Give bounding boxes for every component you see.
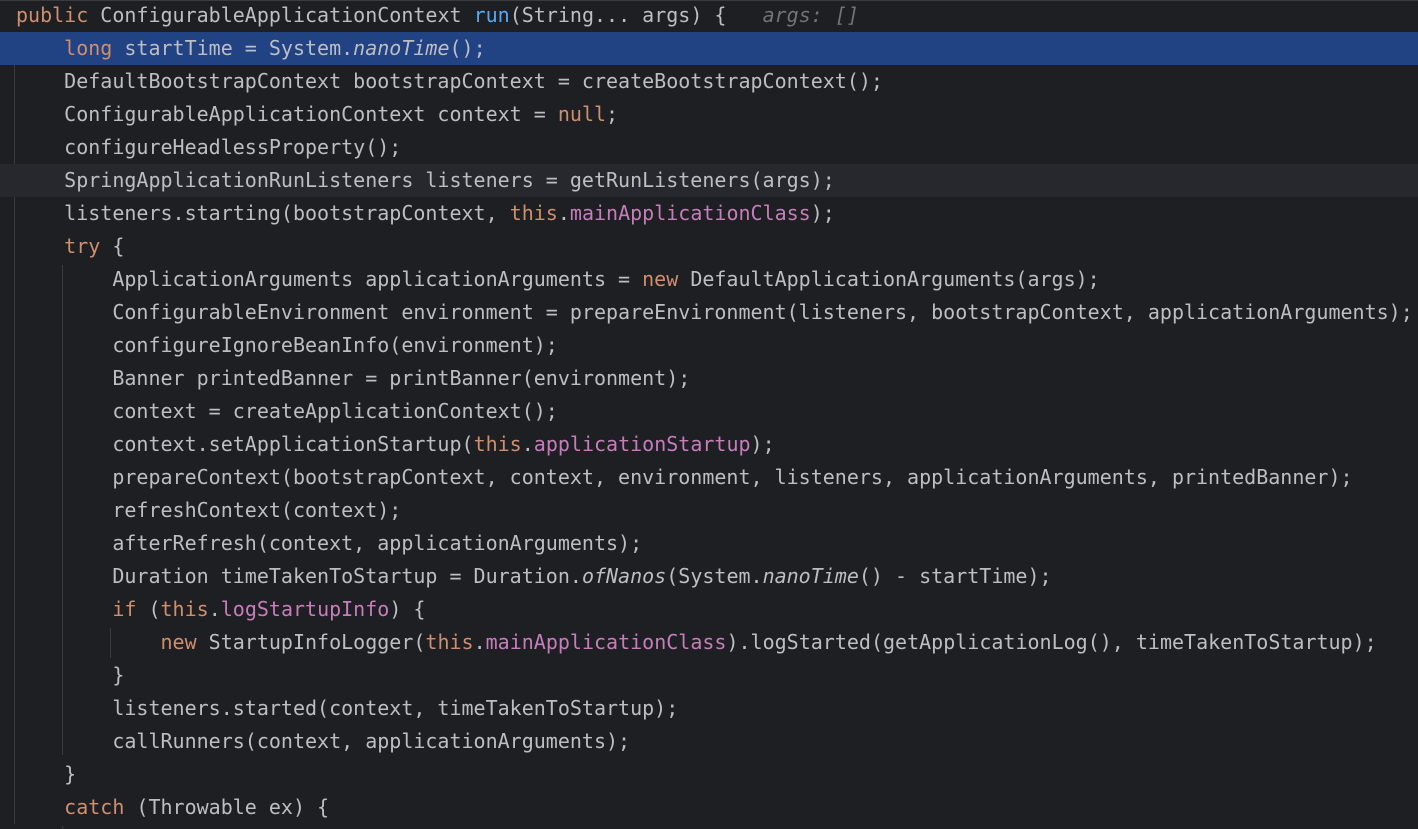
- code-token: ConfigurableApplicationContext context =: [16, 102, 558, 126]
- code-token: null: [557, 102, 607, 126]
- code-line[interactable]: refreshContext(context);: [0, 494, 1418, 527]
- code-token: Banner printedBanner = printBanner(envir…: [16, 366, 691, 390]
- code-token: this: [425, 630, 474, 654]
- code-token: }: [16, 663, 125, 687]
- code-token: ofNanos: [581, 564, 667, 588]
- code-token: mainApplicationClass: [569, 201, 811, 225]
- code-line[interactable]: try {: [0, 230, 1418, 263]
- code-token: listeners.starting(bootstrapContext,: [16, 201, 510, 225]
- code-token: );: [750, 432, 775, 456]
- code-token: ;: [606, 102, 619, 126]
- code-line[interactable]: callRunners(context, applicationArgument…: [0, 725, 1418, 758]
- code-token: DefaultApplicationArguments(args);: [690, 267, 1100, 291]
- code-token: configureIgnoreBeanInfo(environment);: [16, 333, 558, 357]
- code-token: (Throwable ex) {: [124, 795, 330, 819]
- code-line[interactable]: ConfigurableEnvironment environment = pr…: [0, 296, 1418, 329]
- code-token: }: [16, 762, 77, 786]
- code-token: StartupInfoLogger(: [208, 630, 426, 654]
- code-line[interactable]: }: [0, 659, 1418, 692]
- code-token: context = createApplicationContext();: [16, 399, 558, 423]
- code-token: logStartupInfo: [220, 597, 390, 621]
- code-line[interactable]: catch (Throwable ex) {: [0, 791, 1418, 824]
- code-line[interactable]: context.setApplicationStartup(this.appli…: [0, 428, 1418, 461]
- code-token: mainApplicationClass: [485, 630, 727, 654]
- code-token: callRunners(context, applicationArgument…: [16, 729, 631, 753]
- code-token: ) {: [389, 597, 426, 621]
- code-line[interactable]: afterRefresh(context, applicationArgumen…: [0, 527, 1418, 560]
- code-token: ApplicationArguments applicationArgument…: [16, 267, 643, 291]
- code-token: ();: [449, 36, 486, 60]
- code-token: startTime = System.: [124, 36, 354, 60]
- code-token: (String... args) {: [509, 3, 763, 27]
- code-token: public: [16, 3, 101, 27]
- code-token: (System.: [666, 564, 763, 588]
- code-line[interactable]: listeners.starting(bootstrapContext, thi…: [0, 197, 1418, 230]
- code-line[interactable]: configureIgnoreBeanInfo(environment);: [0, 329, 1418, 362]
- code-token: if: [112, 597, 137, 621]
- code-line[interactable]: listeners.started(context, timeTakenToSt…: [0, 692, 1418, 725]
- code-token: );: [810, 201, 835, 225]
- code-token: this: [160, 597, 209, 621]
- code-token: catch: [64, 795, 125, 819]
- code-token: ).logStarted(getApplicationLog(), timeTa…: [726, 630, 1377, 654]
- code-line[interactable]: if (this.logStartupInfo) {: [0, 593, 1418, 626]
- code-token: () - startTime);: [858, 564, 1052, 588]
- code-line[interactable]: ApplicationArguments applicationArgument…: [0, 263, 1418, 296]
- code-token: afterRefresh(context, applicationArgumen…: [16, 531, 643, 555]
- code-line[interactable]: prepareContext(bootstrapContext, context…: [0, 461, 1418, 494]
- code-line[interactable]: handleRunFailure(context, ex, listeners)…: [0, 824, 1418, 829]
- code-line[interactable]: DefaultBootstrapContext bootstrapContext…: [0, 65, 1418, 98]
- code-token: context.setApplicationStartup(: [16, 432, 474, 456]
- code-token: run: [473, 3, 510, 27]
- code-line[interactable]: }: [0, 758, 1418, 791]
- code-token: DefaultBootstrapContext bootstrapContext…: [16, 69, 883, 93]
- code-token: nanoTime: [353, 36, 450, 60]
- code-token: {: [100, 234, 125, 258]
- code-token: listeners.started(context, timeTakenToSt…: [16, 696, 679, 720]
- code-line[interactable]: Duration timeTakenToStartup = Duration.o…: [0, 560, 1418, 593]
- code-token: .: [473, 630, 486, 654]
- code-line-selected[interactable]: long startTime = System.nanoTime();: [0, 32, 1418, 65]
- code-token: try: [64, 234, 101, 258]
- code-token: .: [208, 597, 221, 621]
- code-token: ConfigurableApplicationContext: [100, 3, 474, 27]
- code-token: prepareContext(bootstrapContext, context…: [16, 465, 1353, 489]
- code-line[interactable]: new StartupInfoLogger(this.mainApplicati…: [0, 626, 1418, 659]
- code-line[interactable]: Banner printedBanner = printBanner(envir…: [0, 362, 1418, 395]
- code-token: applicationStartup: [533, 432, 751, 456]
- code-line[interactable]: ConfigurableApplicationContext context =…: [0, 98, 1418, 131]
- code-token: ConfigurableEnvironment environment = pr…: [16, 300, 1413, 324]
- code-token: refreshContext(context);: [16, 498, 402, 522]
- code-token: configureHeadlessProperty();: [16, 135, 402, 159]
- code-editor[interactable]: public ConfigurableApplicationContext ru…: [0, 0, 1418, 829]
- inlay-hint: args: []: [762, 3, 859, 27]
- code-token: nanoTime: [762, 564, 859, 588]
- code-token: .: [521, 432, 534, 456]
- code-token: new: [160, 630, 209, 654]
- code-token: this: [509, 201, 558, 225]
- code-token: new: [642, 267, 691, 291]
- code-line[interactable]: public ConfigurableApplicationContext ru…: [0, 1, 1418, 32]
- code-line[interactable]: context = createApplicationContext();: [0, 395, 1418, 428]
- code-lines[interactable]: public ConfigurableApplicationContext ru…: [0, 1, 1418, 829]
- code-token: long: [64, 36, 125, 60]
- code-token: SpringApplicationRunListeners listeners …: [16, 168, 835, 192]
- code-line[interactable]: configureHeadlessProperty();: [0, 131, 1418, 164]
- code-line[interactable]: SpringApplicationRunListeners listeners …: [0, 164, 1418, 197]
- code-token: Duration timeTakenToStartup = Duration.: [16, 564, 582, 588]
- code-token: (: [136, 597, 161, 621]
- code-token: .: [557, 201, 570, 225]
- code-token: this: [473, 432, 522, 456]
